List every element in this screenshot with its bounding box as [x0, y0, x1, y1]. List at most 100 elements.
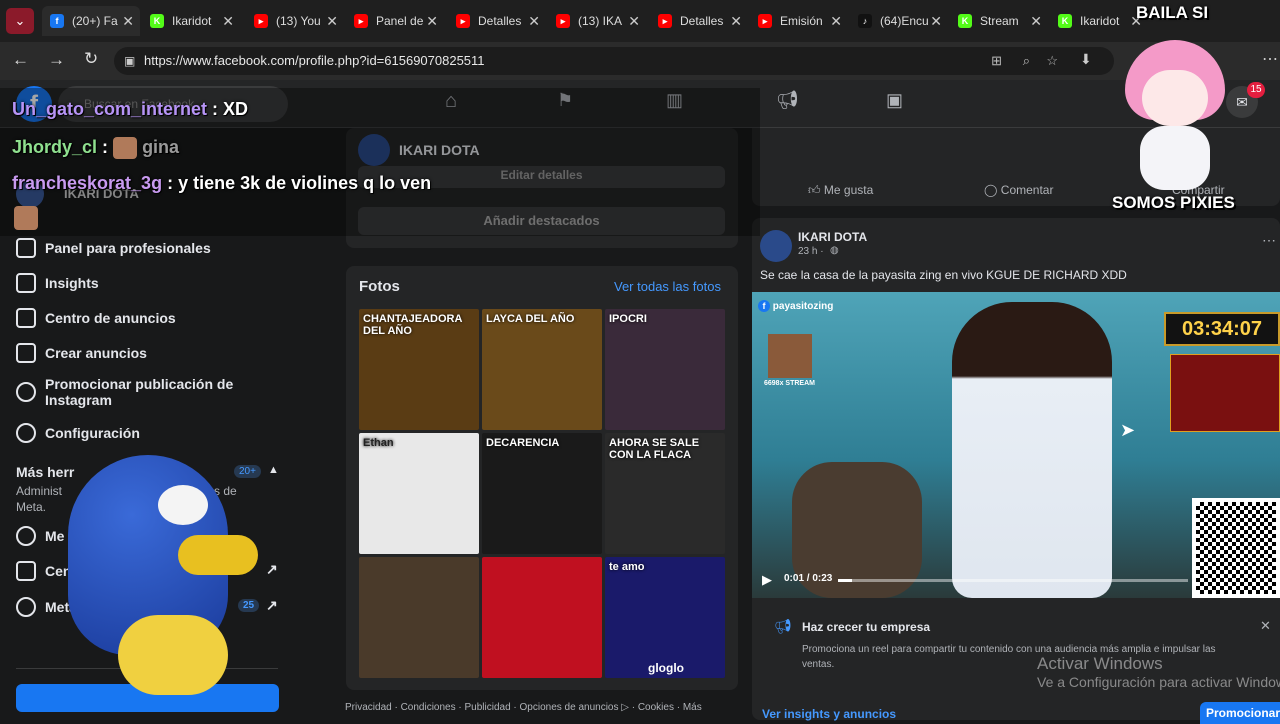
tab-close-icon[interactable]: ✕ [1030, 13, 1042, 30]
photo-thumbnail[interactable]: AHORA SE SALE CON LA FLACA [605, 433, 725, 554]
post-avatar[interactable] [760, 230, 792, 262]
tab-1[interactable]: f (20+) Fa ✕ [42, 6, 140, 36]
facebook-small-icon: f [758, 300, 770, 312]
photo-thumbnail[interactable]: IPOCRI [605, 309, 725, 430]
sidebar-item-label: Promocionar publicación de Instagram [45, 376, 234, 408]
video-progress-track[interactable] [838, 579, 1188, 582]
sidebar-item-2[interactable]: Insights [16, 273, 278, 293]
back-icon[interactable]: ← [12, 50, 29, 70]
mouse-cursor-icon: ➤ [1120, 420, 1136, 440]
promote-label: Promocionar [1206, 706, 1280, 720]
footer-links[interactable]: Privacidad · Condiciones · Publicidad · … [345, 702, 702, 713]
kick-icon: K [958, 14, 972, 28]
kick-icon: K [150, 14, 164, 28]
video-play-icon[interactable]: ▶ [762, 572, 772, 588]
like-button[interactable]: 👍︎ Me gusta [808, 183, 873, 198]
chat-user-3: francheskorat_3g [12, 173, 163, 193]
photo-thumbnail[interactable]: te amo [605, 557, 725, 678]
post-video[interactable]: f payasitozing 6698x STREAM 03:34:07 ▶ 0… [752, 292, 1280, 598]
tab-3[interactable]: ▸ (13) You ✕ [246, 6, 344, 36]
sidebar-item-label: Insights [45, 275, 99, 291]
tab-close-icon[interactable]: ✕ [830, 13, 842, 30]
tab-6[interactable]: ▸ (13) IKA ✕ [548, 6, 646, 36]
zoom-icon[interactable]: ⌕ [1023, 47, 1030, 75]
mascot-belly [118, 615, 228, 695]
tab-label: (20+) Fa [72, 14, 118, 28]
chat-msg-1: : XD [207, 99, 249, 119]
facebook-icon: f [50, 14, 64, 28]
tab-8[interactable]: ▸ Emisión ✕ [750, 6, 848, 36]
photos-card: Fotos Ver todas las fotos CHANTAJEADORA … [346, 266, 738, 690]
split-screen-icon[interactable]: ⊞ [991, 47, 1002, 75]
promo-close-icon[interactable]: ✕ [1260, 618, 1271, 634]
post-time[interactable]: 23 h · [798, 246, 824, 257]
mascot-eye [158, 485, 208, 525]
tab-menu-button[interactable]: ⌄ [6, 8, 34, 34]
gaming-icon[interactable]: ▣ [886, 90, 903, 111]
forward-icon[interactable]: → [48, 50, 65, 70]
watermark-line2: Ve a Configuración para activar Windows. [1037, 674, 1280, 690]
tab-label: Emisión [780, 14, 823, 28]
ads-megaphone-icon[interactable]: 📢︎ [776, 90, 799, 111]
photo-thumbnail[interactable] [359, 557, 479, 678]
video-donation-panel [1170, 354, 1280, 432]
tab-9[interactable]: ♪ (64)Encu ✕ [850, 6, 948, 36]
youtube-icon: ▸ [556, 14, 570, 28]
tab-close-icon[interactable]: ✕ [730, 13, 742, 30]
gear-icon [16, 423, 36, 443]
sidebar-item-3[interactable]: Centro de anuncios [16, 308, 278, 328]
post-author[interactable]: IKARI DOTA [798, 230, 867, 244]
sidebar-item-label: Centro de anuncios [45, 310, 176, 326]
reload-icon[interactable]: ↻ [84, 49, 98, 69]
tab-label: Detalles [680, 14, 724, 28]
tab-close-icon[interactable]: ✕ [930, 13, 942, 30]
favorite-star-icon[interactable]: ☆ [1046, 47, 1058, 75]
tab-close-icon[interactable]: ✕ [426, 13, 438, 30]
photo-thumbnail[interactable]: DECARENCIA [482, 433, 602, 554]
comment-button[interactable]: ◯ Comentar [984, 183, 1053, 197]
sidebar-item-4[interactable]: Crear anuncios [16, 343, 278, 363]
browser-menu-icon[interactable]: ⋯ [1262, 49, 1278, 69]
tab-10[interactable]: K Stream ✕ [950, 6, 1048, 36]
youtube-icon: ▸ [658, 14, 672, 28]
sticker-bottom-text: SOMOS PIXIES [1112, 193, 1235, 212]
sticker-face [1142, 70, 1208, 126]
video-subject [952, 302, 1112, 598]
tab-label: Detalles [478, 14, 522, 28]
sidebar-item-5[interactable]: Promocionar publicación de Instagram [16, 376, 278, 408]
see-all-photos-link[interactable]: Ver todas las fotos [614, 279, 721, 294]
extension-icon[interactable]: ⬇ [1080, 51, 1092, 68]
insights-icon [16, 273, 36, 293]
tab-label: Ikaridot [172, 14, 212, 28]
tab-close-icon[interactable]: ✕ [528, 13, 540, 30]
watermark-line1: Activar Windows [1037, 654, 1163, 673]
tab-7[interactable]: ▸ Detalles ✕ [650, 6, 748, 36]
photo-thumbnail[interactable]: LAYCA DEL AÑO [482, 309, 602, 430]
tab-close-icon[interactable]: ✕ [326, 13, 338, 30]
sidebar-item-1[interactable]: Panel para profesionales [16, 238, 278, 258]
instagram-icon [16, 382, 36, 402]
tab-close-icon[interactable]: ✕ [122, 13, 134, 30]
chat-msg-3: : y tiene 3k de violines q lo ven [162, 173, 432, 193]
tab-label: (13) You [276, 14, 321, 28]
url-field[interactable]: ▣ https://www.facebook.com/profile.php?i… [114, 47, 1114, 75]
tab-4[interactable]: ▸ Panel de ✕ [346, 6, 444, 36]
photo-thumbnail[interactable]: Ethan [359, 433, 479, 554]
promote-button[interactable]: Promocionar [1200, 702, 1280, 724]
insights-link[interactable]: Ver insights y anuncios [762, 707, 896, 721]
photo-thumbnail[interactable] [482, 557, 602, 678]
post-options-icon[interactable]: ⋯ [1262, 232, 1276, 249]
check-circle-icon [16, 526, 36, 546]
tab-5[interactable]: ▸ Detalles ✕ [448, 6, 546, 36]
sidebar-item-6[interactable]: Configuración [16, 423, 278, 443]
tab-2[interactable]: K Ikaridot ✕ [142, 6, 240, 36]
tab-label: (64)Encu [880, 14, 929, 28]
notification-badge: 15 [1247, 82, 1265, 98]
photo-caption: LAYCA DEL AÑO [486, 313, 575, 325]
tab-close-icon[interactable]: ✕ [628, 13, 640, 30]
tab-close-icon[interactable]: ✕ [222, 13, 234, 30]
photo-thumbnail[interactable]: CHANTAJEADORA DEL AÑO [359, 309, 479, 430]
video-progress-text: 0:01 / 0:23 [784, 573, 833, 584]
chat-user-1: Un_gato_com_internet [12, 99, 208, 119]
site-info-icon[interactable]: ▣ [124, 47, 135, 75]
